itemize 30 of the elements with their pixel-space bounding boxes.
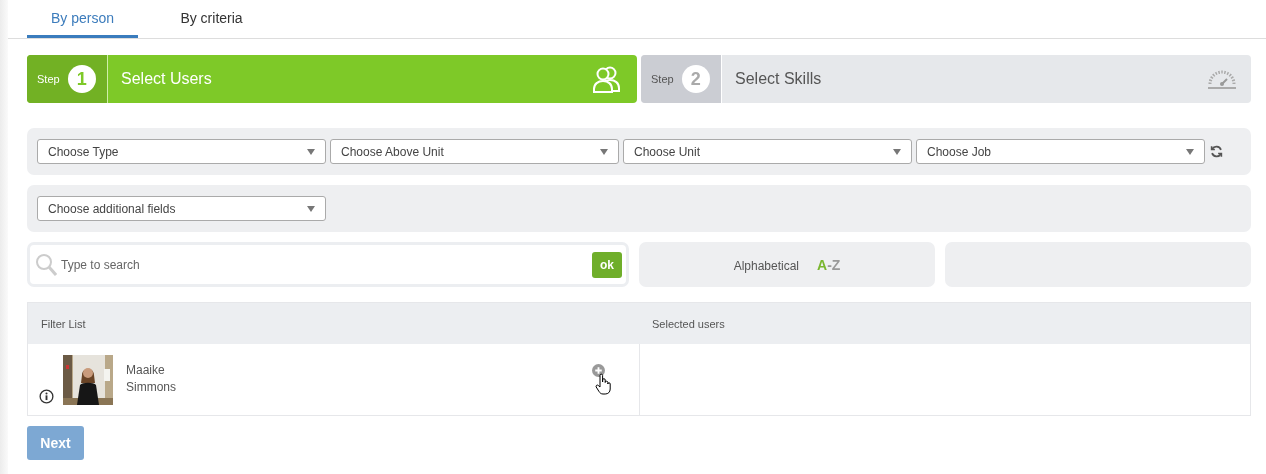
sort-button[interactable]: Alphabetical A-Z bbox=[727, 255, 847, 274]
tab[interactable]: By person bbox=[27, 0, 138, 38]
user-name: Maaike Simmons bbox=[126, 361, 177, 396]
gauge-icon bbox=[1207, 69, 1237, 89]
caret-icon bbox=[1186, 148, 1194, 155]
column-header: Filter List bbox=[40, 316, 87, 332]
users-icon bbox=[591, 65, 623, 93]
step-number: 1 bbox=[67, 65, 96, 93]
caret-icon bbox=[893, 148, 901, 155]
info-icon[interactable] bbox=[39, 389, 54, 404]
step-label: Step bbox=[651, 73, 674, 85]
hand-cursor-icon bbox=[594, 373, 611, 395]
caret-icon bbox=[307, 148, 315, 155]
dropdown[interactable]: Choose Job bbox=[916, 139, 1205, 164]
search-icon bbox=[35, 252, 57, 277]
add-icon[interactable] bbox=[592, 364, 605, 377]
step-title: Select Skills bbox=[734, 70, 823, 88]
dropdown[interactable]: Choose additional fields bbox=[37, 196, 326, 221]
dropdown[interactable]: Choose Unit bbox=[623, 139, 912, 164]
caret-icon bbox=[307, 205, 315, 212]
tab[interactable]: By criteria bbox=[156, 0, 267, 38]
caret-icon bbox=[600, 148, 608, 155]
step-bar[interactable]: Step 2 Select Skills bbox=[641, 55, 1251, 103]
dropdown[interactable]: Choose Above Unit bbox=[330, 139, 619, 164]
step-title: Select Users bbox=[120, 70, 213, 88]
refresh-icon[interactable] bbox=[1210, 145, 1223, 158]
step-label: Step bbox=[37, 73, 60, 85]
step-number: 2 bbox=[681, 65, 710, 93]
column-header: Selected users bbox=[651, 316, 726, 332]
dropdown[interactable]: Choose Type bbox=[37, 139, 326, 164]
